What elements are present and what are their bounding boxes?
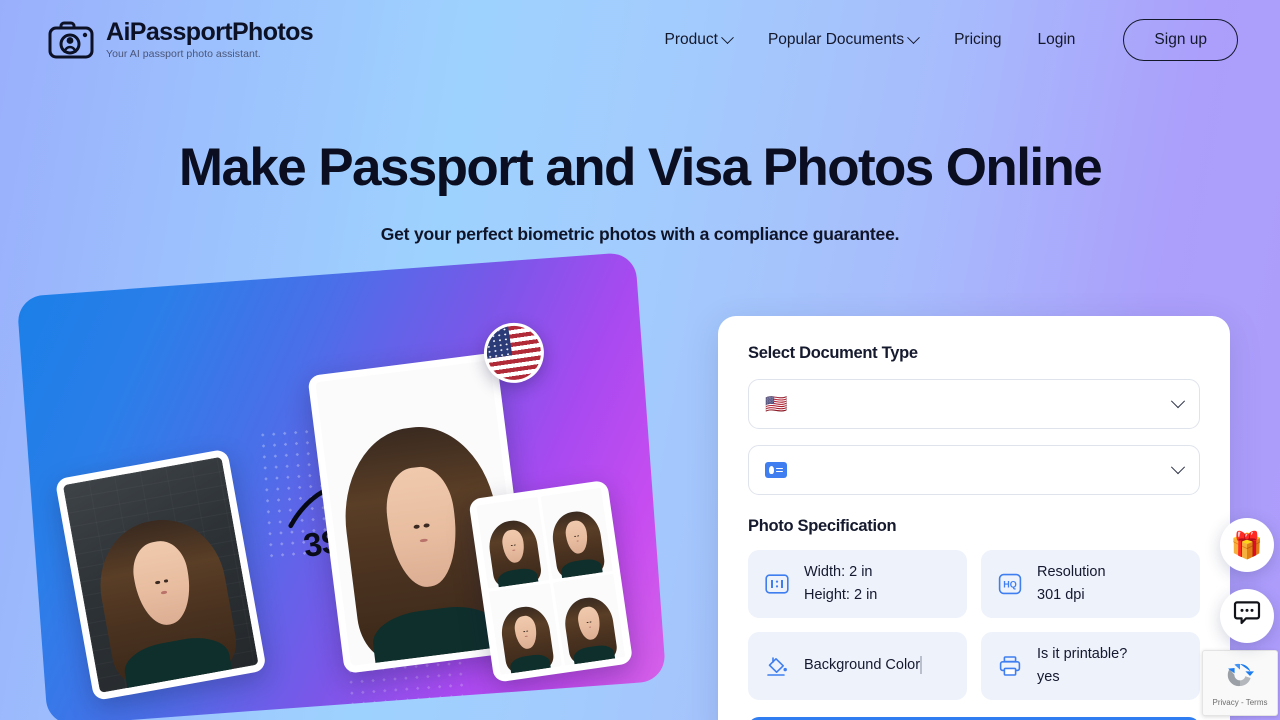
before-photo bbox=[54, 448, 267, 702]
gift-icon: 🎁 bbox=[1230, 529, 1264, 560]
spec-resolution-label: Resolution bbox=[1037, 563, 1106, 580]
gift-promo-button[interactable]: 🎁 bbox=[1220, 518, 1274, 572]
document-select[interactable] bbox=[748, 445, 1200, 495]
spec-height-label: Height: 2 in bbox=[804, 587, 878, 603]
country-select[interactable]: 🇺🇸 bbox=[748, 379, 1200, 429]
country-select-value: 🇺🇸 bbox=[765, 394, 787, 415]
chevron-down-icon bbox=[721, 30, 734, 44]
document-type-card: Select Document Type 🇺🇸 Photo Specificat… bbox=[718, 316, 1230, 720]
nav-label-popular-documents: Popular Documents bbox=[767, 31, 905, 48]
chat-bubble-icon bbox=[1233, 600, 1261, 632]
illustration-gradient-card: 3S bbox=[16, 251, 667, 720]
aspect-ratio-icon bbox=[764, 574, 790, 594]
site-header: AiPassportPhotos Your AI passport photo … bbox=[0, 0, 1280, 80]
page-title: Make Passport and Visa Photos Online bbox=[178, 138, 1103, 197]
nav-item-login[interactable]: Login bbox=[1019, 23, 1093, 57]
recaptcha-badge[interactable]: Privacy - Terms bbox=[1202, 650, 1278, 716]
nav-item-popular-documents[interactable]: Popular Documents bbox=[750, 23, 936, 57]
hq-resolution-icon: HQ bbox=[997, 573, 1023, 595]
chevron-down-icon bbox=[907, 30, 920, 44]
brand-name: AiPassportPhotos bbox=[106, 18, 314, 47]
photo-sheet bbox=[468, 479, 634, 683]
page-subtitle: Get your perfect biometric photos with a… bbox=[380, 223, 900, 244]
recaptcha-label: Privacy - Terms bbox=[1212, 697, 1268, 707]
spec-printable: Is it printable? yes bbox=[981, 632, 1200, 700]
spec-printable-label: Is it printable? bbox=[1037, 645, 1128, 662]
background-color-swatch[interactable] bbox=[920, 656, 923, 675]
hero-text-block: Make Passport and Visa Photos Online Get… bbox=[0, 140, 1280, 245]
spec-width-label: Width: 2 in bbox=[804, 563, 873, 580]
spec-printable-value: yes bbox=[1037, 669, 1060, 685]
brand-logo[interactable]: AiPassportPhotos Your AI passport photo … bbox=[48, 18, 314, 61]
us-flag-icon: 🇺🇸 bbox=[765, 393, 788, 414]
signup-button[interactable]: Sign up bbox=[1123, 19, 1238, 61]
photo-specification-grid: Width: 2 in Height: 2 in HQ Resolution 3… bbox=[748, 550, 1200, 700]
spec-resolution: HQ Resolution 301 dpi bbox=[981, 550, 1200, 618]
nav-label-login: Login bbox=[1037, 31, 1076, 48]
recaptcha-icon bbox=[1225, 660, 1255, 695]
chevron-down-icon bbox=[1170, 394, 1186, 409]
main-navigation: Product Popular Documents Pricing Login … bbox=[647, 19, 1238, 61]
spec-background-color: Background Color bbox=[748, 632, 967, 700]
paint-bucket-icon bbox=[764, 654, 790, 678]
chevron-down-icon bbox=[1170, 460, 1186, 475]
photo-specification-title: Photo Specification bbox=[748, 517, 897, 535]
nav-item-product[interactable]: Product bbox=[647, 23, 750, 57]
id-card-icon bbox=[765, 462, 787, 478]
camera-icon bbox=[48, 20, 94, 60]
printer-icon bbox=[997, 654, 1023, 678]
hero-illustration: 3S bbox=[16, 251, 668, 720]
nav-label-product: Product bbox=[664, 31, 718, 48]
document-select-value bbox=[765, 462, 795, 478]
spec-resolution-value: 301 dpi bbox=[1037, 587, 1085, 603]
spec-background-label: Background Color bbox=[804, 657, 921, 674]
brand-tagline: Your AI passport photo assistant. bbox=[106, 48, 261, 61]
spec-dimensions: Width: 2 in Height: 2 in bbox=[748, 550, 967, 618]
nav-label-pricing: Pricing bbox=[954, 31, 1002, 48]
svg-text:HQ: HQ bbox=[1003, 580, 1017, 590]
select-document-type-title: Select Document Type bbox=[748, 344, 918, 362]
chat-support-button[interactable] bbox=[1220, 589, 1274, 643]
us-flag-badge-icon bbox=[479, 318, 548, 387]
nav-item-pricing[interactable]: Pricing bbox=[936, 23, 1019, 57]
